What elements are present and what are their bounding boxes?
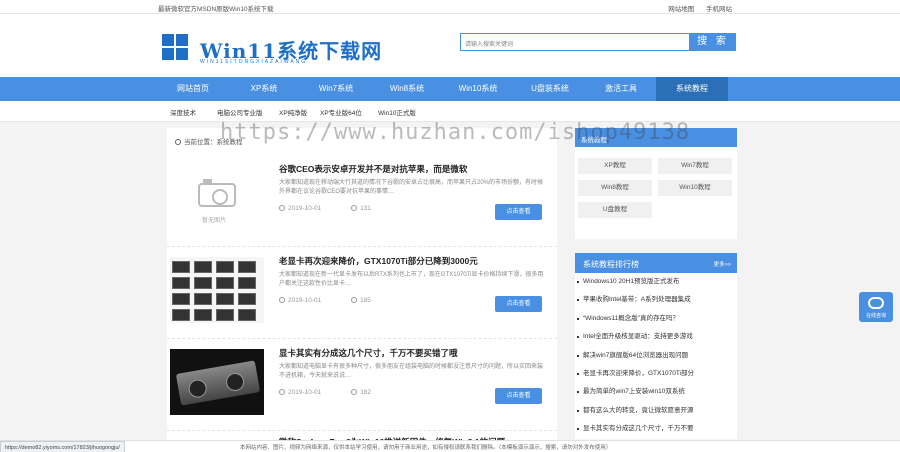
article-date: 2019-10-01 [288, 389, 322, 396]
ranking-box: 系统教程排行榜 更多>> Windows10 20H1预览版正式发布 苹果收购I… [575, 253, 737, 439]
no-image-caption: 暂无图片 [202, 218, 227, 224]
tag-win10[interactable]: Win10教程 [658, 180, 732, 196]
nav-item-usb-install[interactable]: U盘装系统 [514, 77, 586, 101]
view-article-button[interactable]: 点击查看 [495, 204, 542, 220]
status-bar-url: https://demo82.yiyoms.com/17823/jihuogon… [0, 441, 125, 452]
article-summary: 大家都知道现在新一代显卡发布以后RTX系列也上市了，现在GTX1070Ti显卡价… [279, 272, 544, 287]
view-article-button[interactable]: 点击查看 [495, 296, 542, 312]
sidebar: 系统教程 XP教程 Win7教程 Win8教程 Win10教程 U盘教程 系统教… [575, 128, 737, 439]
article-item: 显卡其实有分成这几个尺寸，千万不要买错了哦 大家都知道电脑显卡有很多种尺寸，很多… [167, 339, 557, 431]
graphics-card-image [175, 360, 261, 406]
article-views: 185 [360, 297, 371, 304]
article-title[interactable]: 显卡其实有分成这几个尺寸，千万不要买错了哦 [279, 347, 458, 359]
ranking-item[interactable]: 显卡其实有分成这几个尺寸，千万不要 [575, 420, 737, 438]
ranking-item[interactable]: 都有这么大的转变，竟让微软愿意开源 [575, 402, 737, 420]
tag-xp[interactable]: XP教程 [578, 158, 652, 174]
nav-item-xp[interactable]: XP系统 [228, 77, 300, 101]
article-thumbnail[interactable]: 暂无图片 [170, 165, 264, 231]
topbar: 最新微软官方MSDN原版Win10系统下载 网站地图 手机网站 [0, 0, 900, 14]
chat-bubble-icon [868, 297, 884, 309]
nav-item-activation[interactable]: 激活工具 [585, 77, 657, 101]
topbar-links: 网站地图 手机网站 [658, 3, 732, 13]
subnav-item-4[interactable]: XP专业版64位 [320, 107, 362, 117]
tag-win7[interactable]: Win7教程 [658, 158, 732, 174]
article-summary: 大家都知道电脑显卡有很多种尺寸，很多朋友在组装电脑的时候都没注意尺寸的问题，所以… [279, 364, 544, 379]
ranking-more-link[interactable]: 更多>> [714, 260, 731, 268]
site-subtitle: WIN11SITONGXIAZAIWANG [200, 59, 308, 65]
article-views: 131 [360, 205, 371, 212]
sub-nav: 深度技术 电脑公司专业版 XP纯净版 XP专业版64位 Win10正式版 [0, 101, 900, 122]
search-button[interactable]: 搜 索 [690, 33, 736, 51]
nav-item-home[interactable]: 网站首页 [157, 77, 229, 101]
ranking-item[interactable]: 解决win7旗舰版64位浏览器出现问题 [575, 347, 737, 365]
nav-item-tutorials[interactable]: 系统教程 [656, 77, 728, 101]
subnav-item-3[interactable]: XP纯净版 [279, 107, 307, 117]
ranking-item[interactable]: Intel全面升级核显驱动：支持更多游戏 [575, 328, 737, 346]
article-thumbnail[interactable] [170, 257, 264, 323]
ranking-item[interactable]: “Windows11概念版”真的存在吗？ [575, 310, 737, 328]
footer: https://demo82.yiyoms.com/17823/jihuogon… [0, 440, 900, 452]
article-meta: 2019-10-01 185 [279, 297, 399, 304]
breadcrumb-label: 当前位置： [184, 139, 217, 146]
article-item: 老显卡再次迎来降价，GTX1070Ti部分已降到3000元 大家都知道现在新一代… [167, 247, 557, 339]
ranking-item[interactable]: 老显卡再次迎来降价，GTX1070Ti部分 [575, 365, 737, 383]
tag-win8[interactable]: Win8教程 [578, 180, 652, 196]
subnav-item-2[interactable]: 电脑公司专业版 [217, 107, 263, 117]
search-input[interactable]: 请输入搜索关键词 [460, 33, 690, 51]
clock-icon [279, 389, 285, 395]
watermark: https://www.huzhan.com/ishop49138 [220, 120, 691, 145]
mobile-site-link[interactable]: 手机网站 [706, 6, 732, 13]
chat-button-label: 在线咨询 [865, 313, 886, 319]
subnav-item-1[interactable]: 深度技术 [170, 107, 196, 117]
ranking-item[interactable]: Windows10 20H1预览版正式发布 [575, 273, 737, 291]
subnav-item-5[interactable]: Win10正式版 [378, 107, 416, 117]
clock-icon [279, 205, 285, 211]
article-thumbnail[interactable] [170, 349, 264, 415]
nav-item-win7[interactable]: Win7系统 [300, 77, 372, 101]
article-meta: 2019-10-01 182 [279, 389, 399, 396]
nav-item-win8[interactable]: Win8系统 [371, 77, 443, 101]
topbar-notice: 最新微软官方MSDN原版Win10系统下载 [158, 6, 274, 13]
article-title[interactable]: 谷歌CEO表示安卓开发并不是对抗苹果，而是微软 [279, 163, 467, 175]
footer-copyright: 本网站内容、图片、视频为网络来源，仅供本站学习使用，请勿用于商业用途，如有侵权请… [240, 445, 612, 451]
ranking-heading: 系统教程排行榜 更多>> [575, 253, 737, 273]
eye-icon [351, 297, 358, 303]
header: Win11系统下载网 WIN11SITONGXIAZAIWANG 请输入搜索关键… [0, 14, 900, 77]
article-title[interactable]: 老显卡再次迎来降价，GTX1070Ti部分已降到3000元 [279, 255, 478, 267]
main-nav: 网站首页 XP系统 Win7系统 Win8系统 Win10系统 U盘装系统 激活… [0, 77, 900, 101]
eye-icon [351, 205, 358, 211]
ranking-item[interactable]: 苹果收购Intel基带：A系列处理器集成 [575, 291, 737, 309]
camera-icon [198, 179, 236, 207]
article-views: 182 [360, 389, 371, 396]
windows-logo-icon [162, 34, 188, 60]
sitemap-link[interactable]: 网站地图 [668, 6, 694, 13]
online-chat-button[interactable]: 在线咨询 [859, 292, 893, 322]
article-item: 暂无图片 谷歌CEO表示安卓开发并不是对抗苹果，而是微软 大家都知道现在移动端大… [167, 155, 557, 247]
ranking-item[interactable]: 最为简单的win7上安装win10双系统 [575, 383, 737, 401]
tag-usb[interactable]: U盘教程 [578, 202, 652, 218]
tag-list: XP教程 Win7教程 Win8教程 Win10教程 U盘教程 [575, 147, 737, 239]
clock-icon [279, 297, 285, 303]
article-meta: 2019-10-01 131 [279, 205, 399, 212]
article-summary: 大家都知道现在移动端大行其道的情况下谷歌的安卓占比很高，而苹果只占20%的市场份… [279, 180, 544, 195]
eye-icon [351, 389, 358, 395]
article-date: 2019-10-01 [288, 297, 322, 304]
article-date: 2019-10-01 [288, 205, 322, 212]
ranking-title: 系统教程排行榜 [583, 260, 639, 269]
view-article-button[interactable]: 点击查看 [495, 388, 542, 404]
location-icon [175, 139, 181, 145]
ranking-list: Windows10 20H1预览版正式发布 苹果收购Intel基带：A系列处理器… [575, 273, 737, 439]
article-list: 当前位置：系统教程 暂无图片 谷歌CEO表示安卓开发并不是对抗苹果，而是微软 大… [167, 128, 557, 452]
nav-item-win10[interactable]: Win10系统 [442, 77, 514, 101]
